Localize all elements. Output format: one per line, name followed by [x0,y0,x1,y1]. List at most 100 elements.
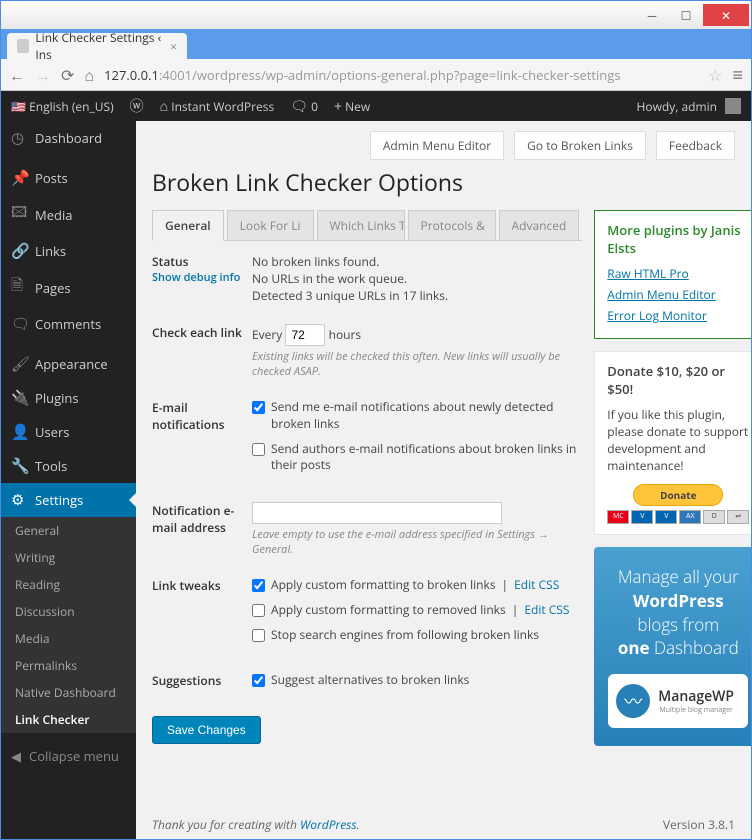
tab-close-icon[interactable]: × [170,38,177,55]
donate-title: Donate $10, $20 or $50! [607,362,749,398]
sidebar-item-pages[interactable]: 🗎Pages [1,268,136,307]
suggestions-label: Suggestions [152,672,252,697]
more-plugins-title: More plugins by Janis Elsts [607,221,749,257]
tab-advanced[interactable]: Advanced [499,210,580,240]
sidebar-item-dashboard[interactable]: ◷Dashboard [1,121,136,155]
sidebar-item-comments[interactable]: 🗨Comments [1,307,136,341]
tab-general[interactable]: General [152,210,224,241]
sub-permalinks[interactable]: Permalinks [1,652,136,679]
goto-broken-links-button[interactable]: Go to Broken Links [514,131,646,160]
comments-link[interactable]: 🗨 0 [290,97,318,116]
back-icon[interactable]: ← [9,64,25,86]
plugin-link-ame[interactable]: Admin Menu Editor [607,286,749,303]
tweak-removed-checkbox[interactable] [252,604,265,617]
sub-general[interactable]: General [1,517,136,544]
pin-icon: 📌 [11,168,27,188]
sidebar-item-plugins[interactable]: 🔌Plugins [1,381,136,415]
user-icon: 👤 [11,422,27,442]
wp-version: Version 3.8.1 [663,816,735,833]
sidebar-item-settings[interactable]: ⚙Settings [1,483,136,517]
wordpress-link[interactable]: WordPress [300,816,357,833]
browser-tab[interactable]: Link Checker Settings ‹ Ins × [7,33,187,59]
sub-writing[interactable]: Writing [1,544,136,571]
chrome-menu-icon[interactable]: ≡ [732,63,743,87]
email-notif-label: E-mail notifications [152,399,252,482]
status-line: Detected 3 unique URLs in 17 links. [252,287,582,304]
wp-admin-bar: 🇺🇸 English (en_US) ⓦ ⌂ Instant WordPress… [1,91,751,121]
donate-button[interactable]: Donate [633,484,723,506]
email-authors-checkbox[interactable] [252,443,265,456]
feedback-button[interactable]: Feedback [656,131,735,160]
browser-tabstrip: Link Checker Settings ‹ Ins × [1,29,751,59]
link-tweaks-label: Link tweaks [152,577,252,651]
sidebar-item-links[interactable]: 🔗Links [1,234,136,268]
managewp-ad[interactable]: Manage all your WordPress blogs from one… [594,547,751,746]
plugin-link-errorlog[interactable]: Error Log Monitor [607,307,749,324]
notif-addr-help: Leave empty to use the e-mail address sp… [252,527,582,557]
admin-sidebar: ◷Dashboard 📌Posts 🖾Media 🔗Links 🗎Pages 🗨… [1,121,136,839]
plug-icon: 🔌 [11,388,27,408]
window-minimize-button[interactable]: ─ [635,4,669,26]
wrench-icon: 🔧 [11,456,27,476]
admin-menu-editor-button[interactable]: Admin Menu Editor [370,131,504,160]
collapse-icon: ◀ [11,747,21,765]
tab-look-for[interactable]: Look For Li [227,210,314,240]
reload-icon[interactable]: ⟳ [61,64,74,86]
site-link[interactable]: ⌂ Instant WordPress [160,97,275,116]
tweak-seo-checkbox[interactable] [252,629,265,642]
page-title: Broken Link Checker Options [152,160,735,210]
window-maximize-button[interactable]: ☐ [669,4,703,26]
avatar[interactable] [725,98,741,114]
suggestions-checkbox[interactable] [252,674,265,687]
edit-css-removed-link[interactable]: Edit CSS [524,602,569,619]
comment-icon: 🗨 [290,97,308,116]
sub-discussion[interactable]: Discussion [1,598,136,625]
lang-switcher[interactable]: 🇺🇸 English (en_US) [11,98,114,115]
new-content-link[interactable]: + New [334,97,370,116]
donate-box: Donate $10, $20 or $50! If you like this… [594,351,751,535]
home-icon: ⌂ [160,97,168,116]
edit-css-broken-link[interactable]: Edit CSS [514,577,559,594]
browser-toolbar: ← → ⟳ ⌂ 127.0.0.1:4001/wordpress/wp-admi… [1,59,751,91]
address-bar[interactable]: 127.0.0.1:4001/wordpress/wp-admin/option… [104,66,698,84]
managewp-icon: 〰 [616,684,650,718]
collapse-menu-button[interactable]: ◀Collapse menu [1,739,136,773]
more-plugins-box: More plugins by Janis Elsts Raw HTML Pro… [594,210,751,339]
plugin-link-raw-html[interactable]: Raw HTML Pro [607,265,749,282]
sidebar-item-users[interactable]: 👤Users [1,415,136,449]
window-close-button[interactable]: ✕ [703,4,749,26]
notif-email-input[interactable] [252,502,502,524]
status-line: No broken links found. [252,253,582,270]
settings-tabs: General Look For Li Which Links To Proto… [152,210,582,241]
tweak-broken-checkbox[interactable] [252,579,265,592]
brush-icon: 🖌 [11,354,27,374]
bookmark-icon[interactable]: ☆ [708,64,722,86]
tab-protocols[interactable]: Protocols & [408,210,496,240]
sub-reading[interactable]: Reading [1,571,136,598]
sidebar-item-posts[interactable]: 📌Posts [1,161,136,195]
email-me-checkbox[interactable] [252,401,265,414]
sub-link-checker[interactable]: Link Checker [1,706,136,733]
plus-icon: + [334,97,342,116]
greeting[interactable]: Howdy, admin [637,98,717,115]
ad-logo: 〰 ManageWP Multiple blog manager [608,674,748,728]
tab-which-links[interactable]: Which Links To [317,210,405,240]
sidebar-item-media[interactable]: 🖾Media [1,195,136,234]
comment-icon: 🗨 [11,314,27,334]
forward-icon[interactable]: → [35,64,51,86]
check-interval-input[interactable] [285,324,325,346]
notif-addr-label: Notification e-mail address [152,502,252,557]
sidebar-item-tools[interactable]: 🔧Tools [1,449,136,483]
home-icon[interactable]: ⌂ [84,64,94,86]
gear-icon: ⚙ [11,490,27,510]
show-debug-link[interactable]: Show debug info [152,270,252,285]
wordpress-logo-icon[interactable]: ⓦ [130,96,144,116]
check-interval-label: Check each link [152,324,252,379]
save-changes-button[interactable]: Save Changes [152,716,261,744]
sub-native-dashboard[interactable]: Native Dashboard [1,679,136,706]
page-icon: 🗎 [11,275,27,300]
sidebar-item-appearance[interactable]: 🖌Appearance [1,347,136,381]
sub-media[interactable]: Media [1,625,136,652]
donate-text: If you like this plugin, please donate t… [607,406,749,474]
status-line: No URLs in the work queue. [252,270,582,287]
